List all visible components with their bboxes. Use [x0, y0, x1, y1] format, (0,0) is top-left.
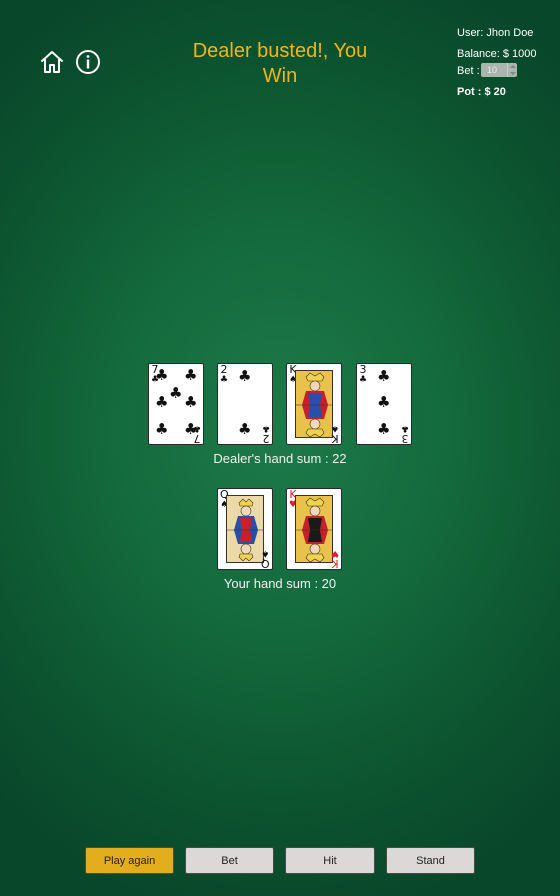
status-line-1: Dealer busted!, You	[192, 40, 368, 62]
bet-stepper[interactable]	[507, 63, 517, 77]
dealer-hand-sum: Dealer's hand sum : 22	[213, 451, 347, 466]
bet-button[interactable]: Bet	[185, 847, 274, 874]
king-face-icon	[295, 370, 333, 438]
queen-face-icon	[226, 495, 264, 563]
game-status-message: Dealer busted!, You Win	[170, 39, 390, 89]
club-pip-icon: ♣	[377, 420, 391, 438]
dealer-card-4: 3 ♣ ♣ ♣ ♣ 3 ♣	[356, 363, 412, 445]
bet-input-value: 10	[487, 65, 498, 75]
club-pip-icon: ♣	[184, 393, 198, 411]
bet-label: Bet :	[457, 65, 480, 77]
player-card-1: Q ♠ Q ♠	[217, 488, 273, 570]
dealer-card-2: 2 ♣ ♣ ♣ 2 ♣	[217, 363, 273, 445]
club-pip-icon: ♣	[155, 366, 169, 384]
card-corner: 2 ♣	[220, 363, 229, 385]
home-button[interactable]	[38, 48, 66, 76]
club-pip-icon: ♣	[238, 367, 252, 385]
card-corner: Q ♠	[261, 548, 270, 570]
stand-button[interactable]: Stand	[386, 847, 475, 874]
balance-label: Balance: $ 1000	[457, 48, 537, 60]
card-corner: 2 ♣	[261, 423, 270, 445]
club-pip-icon: ♣	[169, 384, 183, 402]
bet-input[interactable]: 10	[481, 63, 517, 77]
club-pip-icon: ♣	[184, 366, 198, 384]
card-corner: K ♥	[330, 548, 339, 570]
club-pip-icon: ♣	[377, 393, 391, 411]
status-line-2: Win	[262, 65, 298, 87]
info-icon	[76, 50, 100, 74]
card-corner: 3 ♣	[400, 423, 409, 445]
club-pip-icon: ♣	[238, 420, 252, 438]
player-hand-sum: Your hand sum : 20	[223, 576, 337, 591]
user-label: User: Jhon Doe	[457, 27, 534, 39]
club-pip-icon: ♣	[155, 393, 169, 411]
pot-label: Pot : $ 20	[457, 86, 506, 98]
card-corner: 3 ♣	[359, 363, 368, 385]
hit-button[interactable]: Hit	[285, 847, 375, 874]
card-corner: 7 ♣	[192, 423, 201, 445]
club-pip-icon: ♣	[155, 420, 169, 438]
king-face-icon	[295, 495, 333, 563]
home-icon	[41, 51, 63, 73]
card-corner: K ♠	[330, 423, 339, 445]
play-again-button[interactable]: Play again	[85, 847, 174, 874]
dealer-card-3: K ♠ K ♠	[286, 363, 342, 445]
club-pip-icon: ♣	[377, 367, 391, 385]
bet-row: Bet : 10	[457, 63, 527, 77]
dealer-card-1: 7 ♣ ♣ ♣ ♣ ♣ ♣ ♣ ♣ 7 ♣	[148, 363, 204, 445]
player-card-2: K ♥ K ♥	[286, 488, 342, 570]
info-button[interactable]	[74, 48, 102, 76]
